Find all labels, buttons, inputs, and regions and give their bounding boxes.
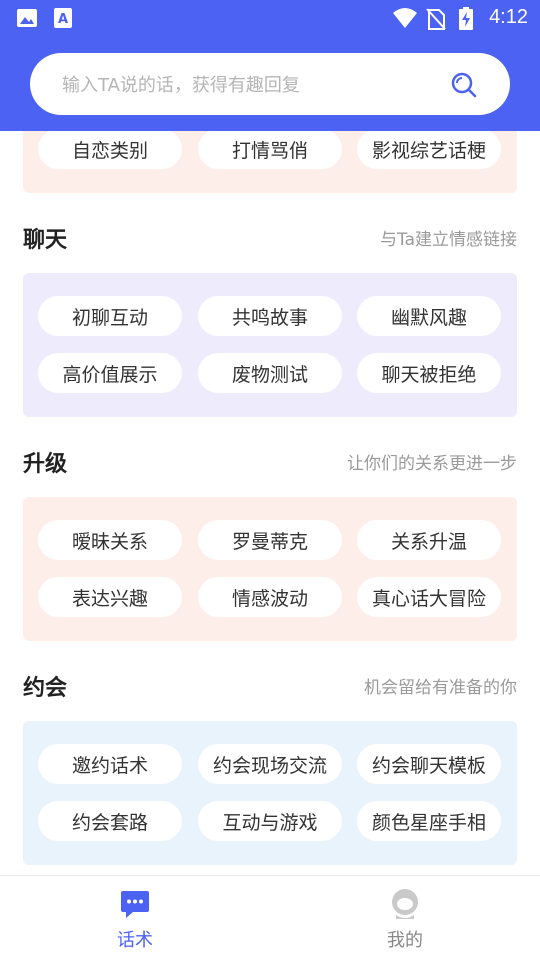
category-chip[interactable]: 真心话大冒险 [357,577,501,617]
category-chip[interactable]: 初聊互动 [38,296,182,336]
category-chip[interactable]: 打情骂俏 [198,131,342,169]
status-bar: A 4:12 [0,0,540,36]
chat-bubble-icon [119,888,151,920]
category-chip[interactable]: 颜色星座手相 [357,801,501,841]
battery-charging-icon [458,7,474,35]
status-time: 4:12 [489,6,528,28]
section-subtitle-date: 机会留给有准备的你 [364,678,517,698]
nav-label-mine: 我的 [387,930,423,951]
category-card-top-bg: 自恋类别 打情骂俏 影视综艺话梗 [23,131,517,193]
section-subtitle-upgrade: 让你们的关系更进一步 [347,454,517,474]
category-card-chat: 初聊互动 共鸣故事 幽默风趣 高价值展示 废物测试 聊天被拒绝 [23,273,517,417]
category-chip[interactable]: 约会现场交流 [198,744,342,784]
search-icon[interactable] [450,71,478,99]
image-icon [16,7,38,33]
svg-text:A: A [58,12,68,27]
category-chip[interactable]: 关系升温 [357,520,501,560]
category-chip[interactable]: 邀约话术 [38,744,182,784]
category-chip[interactable]: 情感波动 [198,577,342,617]
header: A 4:12 [0,0,540,131]
category-list[interactable]: 自恋类别 打情骂俏 影视综艺话梗 聊天 与Ta建立情感链接 初聊互动 共鸣故事 … [0,131,540,875]
nav-item-scripts[interactable]: 话术 [0,876,270,961]
category-chip[interactable]: 罗曼蒂克 [198,520,342,560]
category-chip[interactable]: 共鸣故事 [198,296,342,336]
category-chip[interactable]: 约会套路 [38,801,182,841]
profile-icon [389,888,421,920]
category-chip[interactable]: 高价值展示 [38,353,182,393]
category-chip[interactable]: 表达兴趣 [38,577,182,617]
category-chip[interactable]: 幽默风趣 [357,296,501,336]
section-subtitle-chat: 与Ta建立情感链接 [380,230,517,250]
category-card-date: 邀约话术 约会现场交流 约会聊天模板 约会套路 互动与游戏 颜色星座手相 [23,721,517,865]
category-card-upgrade: 暧昧关系 罗曼蒂克 关系升温 表达兴趣 情感波动 真心话大冒险 [23,497,517,641]
a-text-icon: A [54,7,72,33]
section-title-upgrade: 升级 [23,452,68,477]
section-title-chat: 聊天 [23,228,68,253]
category-chip[interactable]: 约会聊天模板 [357,744,501,784]
section-title-date: 约会 [23,676,68,701]
search-bar[interactable] [30,53,510,117]
wifi-icon [392,7,418,33]
category-chip[interactable]: 聊天被拒绝 [357,353,501,393]
no-sim-icon [426,7,446,35]
nav-item-mine[interactable]: 我的 [270,876,540,961]
category-chip[interactable]: 互动与游戏 [198,801,342,841]
nav-label-scripts: 话术 [117,930,153,951]
category-chip[interactable]: 自恋类别 [38,131,182,169]
bottom-nav: 话术 我的 [0,875,540,961]
category-chip[interactable]: 废物测试 [198,353,342,393]
search-input[interactable] [60,53,444,117]
category-chip[interactable]: 影视综艺话梗 [357,131,501,169]
category-chip[interactable]: 暧昧关系 [38,520,182,560]
